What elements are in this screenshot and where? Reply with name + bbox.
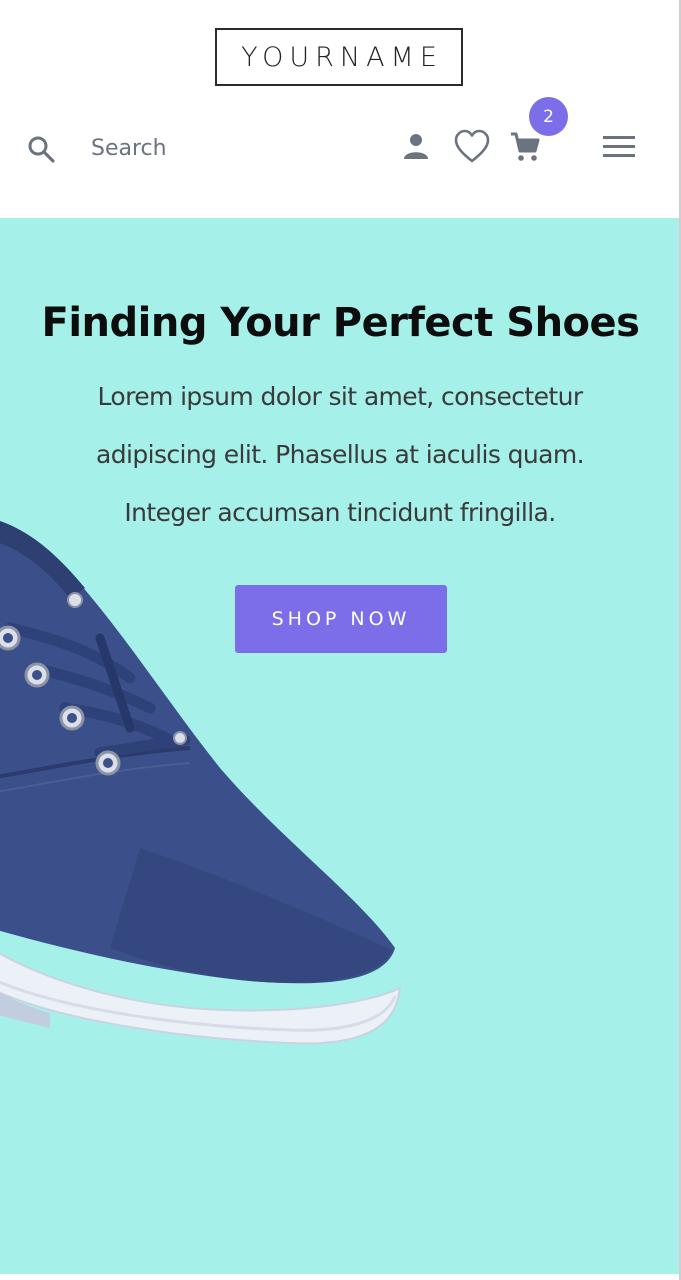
site-header: YOURNAME Search 2 — [0, 0, 681, 218]
cart-count-badge: 2 — [529, 97, 568, 136]
shop-now-button[interactable]: SHOP NOW — [235, 585, 447, 653]
hero-title: Finding Your Perfect Shoes — [41, 300, 640, 346]
page: YOURNAME Search 2 Finding Your Perfect S… — [0, 0, 681, 1280]
page-bottom-edge — [0, 1274, 681, 1280]
hamburger-menu-icon[interactable] — [600, 132, 638, 162]
hero-description-line: Lorem ipsum dolor sit amet, consectetur — [97, 382, 583, 411]
site-logo[interactable]: YOURNAME — [215, 28, 463, 86]
user-icon[interactable] — [400, 131, 432, 163]
search-input[interactable]: Search — [91, 134, 167, 164]
hero-description-line: Integer accumsan tincidunt fringilla. — [124, 498, 556, 527]
hero-section: Finding Your Perfect Shoes Lorem ipsum d… — [0, 218, 679, 1274]
hero-description-line: adipiscing elit. Phasellus at iaculis qu… — [96, 440, 585, 469]
heart-icon[interactable] — [453, 128, 491, 166]
hero-description: Lorem ipsum dolor sit amet, consectetur … — [40, 368, 640, 542]
cart-icon[interactable] — [508, 130, 542, 164]
search-icon[interactable] — [26, 134, 56, 164]
